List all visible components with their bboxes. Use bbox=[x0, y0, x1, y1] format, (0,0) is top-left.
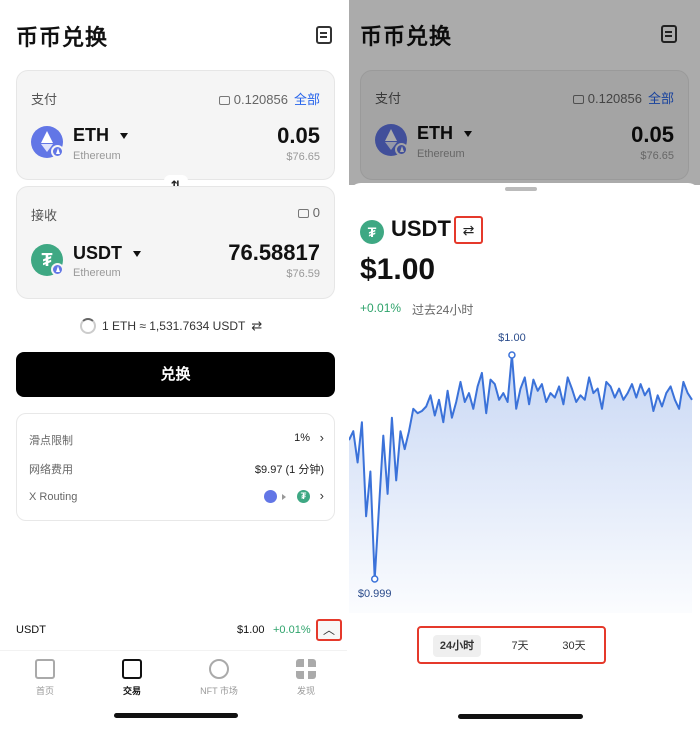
rate-timer-icon bbox=[80, 318, 96, 334]
receive-balance: 0 bbox=[297, 205, 320, 220]
pay-card: 支付 0.120856 全部 ETH Ethereum 0.05 $76.65 bbox=[16, 70, 335, 180]
pay-amount-input[interactable]: 0.05 bbox=[277, 123, 320, 149]
nft-icon bbox=[209, 659, 229, 679]
routing-label: X Routing bbox=[29, 491, 78, 503]
pay-token-symbol[interactable]: ETH bbox=[73, 125, 109, 146]
tab-trade[interactable]: 交易 bbox=[97, 659, 167, 697]
sheet-token-symbol: USDT bbox=[391, 216, 451, 241]
dim-overlay[interactable] bbox=[349, 0, 700, 185]
chart-min-label: $0.999 bbox=[358, 588, 392, 600]
receive-fiat-value: $76.59 bbox=[286, 268, 320, 280]
chevron-right-icon[interactable]: › bbox=[320, 488, 324, 503]
price-chart-sheet: ₮ USDT ⇄ $1.00 +0.01% 过去24小时 $1.00 $0.999… bbox=[349, 183, 700, 731]
receive-card: 接收 0 ₮ USDT Ethereum 76.58817 $76.59 bbox=[16, 186, 335, 299]
period-24h[interactable]: 24小时 bbox=[433, 635, 481, 657]
chart-max-label: $1.00 bbox=[498, 332, 526, 344]
wallet-icon bbox=[218, 96, 230, 105]
period-selector: 24小时 7天 30天 bbox=[417, 626, 606, 664]
sheet-grabber[interactable] bbox=[505, 187, 537, 191]
discover-icon bbox=[296, 659, 316, 679]
ticker-price: $1.00 bbox=[237, 624, 265, 636]
period-30d[interactable]: 30天 bbox=[556, 635, 592, 657]
receive-amount: 76.58817 bbox=[228, 240, 320, 265]
exchange-rate: 1 ETH ≈ 1,531.7634 USDT bbox=[102, 319, 246, 333]
swap-details: 滑点限制 1% › 网络费用 $9.97 (1 分钟) X Routing ₮ … bbox=[16, 413, 335, 521]
chart-max-marker bbox=[508, 351, 516, 359]
slippage-value: 1% bbox=[294, 432, 310, 444]
chart-area-fill bbox=[349, 355, 692, 613]
history-icon[interactable] bbox=[316, 26, 332, 44]
pay-balance-value: 0.120856 bbox=[233, 92, 288, 107]
home-indicator bbox=[458, 714, 583, 719]
price-chart[interactable]: $1.00 $0.999 bbox=[349, 323, 700, 613]
route-arrow-icon bbox=[282, 494, 286, 500]
token-dropdown-caret-icon[interactable] bbox=[120, 133, 128, 139]
switch-pair-button[interactable]: ⇄ bbox=[454, 216, 483, 244]
usdt-route-icon: ₮ bbox=[297, 490, 310, 503]
receive-token-symbol[interactable]: USDT bbox=[73, 243, 122, 264]
page-title: 币币兑换 bbox=[16, 25, 109, 50]
period-7d[interactable]: 7天 bbox=[502, 635, 538, 657]
tab-home[interactable]: 首页 bbox=[10, 659, 80, 697]
tab-discover[interactable]: 发现 bbox=[271, 659, 341, 697]
network-fee-label: 网络费用 bbox=[29, 464, 73, 476]
sheet-change: +0.01% bbox=[360, 301, 402, 315]
home-indicator bbox=[114, 713, 238, 718]
home-icon bbox=[35, 659, 55, 679]
swap-button[interactable]: 兑换 bbox=[16, 352, 335, 397]
tab-home-label: 首页 bbox=[35, 686, 54, 696]
refresh-icon[interactable]: ⇄ bbox=[251, 318, 262, 334]
max-amount-link[interactable]: 全部 bbox=[294, 92, 320, 107]
sheet-price: $1.00 bbox=[360, 253, 436, 286]
ethereum-chain-badge-icon bbox=[51, 145, 64, 158]
ticker-change: +0.01% bbox=[273, 624, 311, 636]
pay-fiat-value: $76.65 bbox=[286, 151, 320, 163]
chevron-right-icon[interactable]: › bbox=[320, 430, 324, 445]
token-dropdown-caret-icon[interactable] bbox=[133, 251, 141, 257]
slippage-label: 滑点限制 bbox=[29, 435, 73, 447]
exchange-rate-row: 1 ETH ≈ 1,531.7634 USDT ⇄ bbox=[80, 318, 262, 334]
receive-balance-value: 0 bbox=[312, 205, 320, 220]
receive-network: Ethereum bbox=[73, 267, 121, 279]
swap-screen-left: 币币兑换 支付 0.120856 全部 ETH Ethereum 0.05 $76… bbox=[0, 0, 347, 731]
usdt-token-icon: ₮ bbox=[360, 220, 384, 244]
receive-label: 接收 bbox=[31, 208, 58, 223]
pay-balance: 0.120856 全部 bbox=[218, 89, 320, 108]
swap-screen-right: 币币兑换 支付 0.120856 全部 ETH Ethereum 0.05 $76… bbox=[349, 0, 700, 731]
pay-label: 支付 bbox=[31, 92, 58, 107]
expand-chart-button[interactable]: ︿ bbox=[316, 619, 342, 641]
tab-nft-market[interactable]: NFT 市场 bbox=[184, 659, 254, 697]
ethereum-chain-badge-icon bbox=[51, 263, 64, 276]
trade-icon bbox=[122, 659, 142, 679]
tab-trade-label: 交易 bbox=[122, 686, 141, 696]
sheet-change-period: 过去24小时 bbox=[412, 303, 474, 317]
chart-min-marker bbox=[370, 575, 379, 583]
network-fee-value: $9.97 (1 分钟) bbox=[254, 464, 324, 476]
wallet-icon bbox=[297, 209, 309, 218]
tab-nft-label: NFT 市场 bbox=[200, 686, 238, 696]
pay-network: Ethereum bbox=[73, 150, 121, 162]
bottom-tab-bar: 首页 交易 NFT 市场 发现 bbox=[0, 650, 347, 700]
tab-discover-label: 发现 bbox=[296, 686, 315, 696]
eth-route-icon bbox=[264, 490, 277, 503]
ticker-symbol: USDT bbox=[16, 624, 46, 636]
